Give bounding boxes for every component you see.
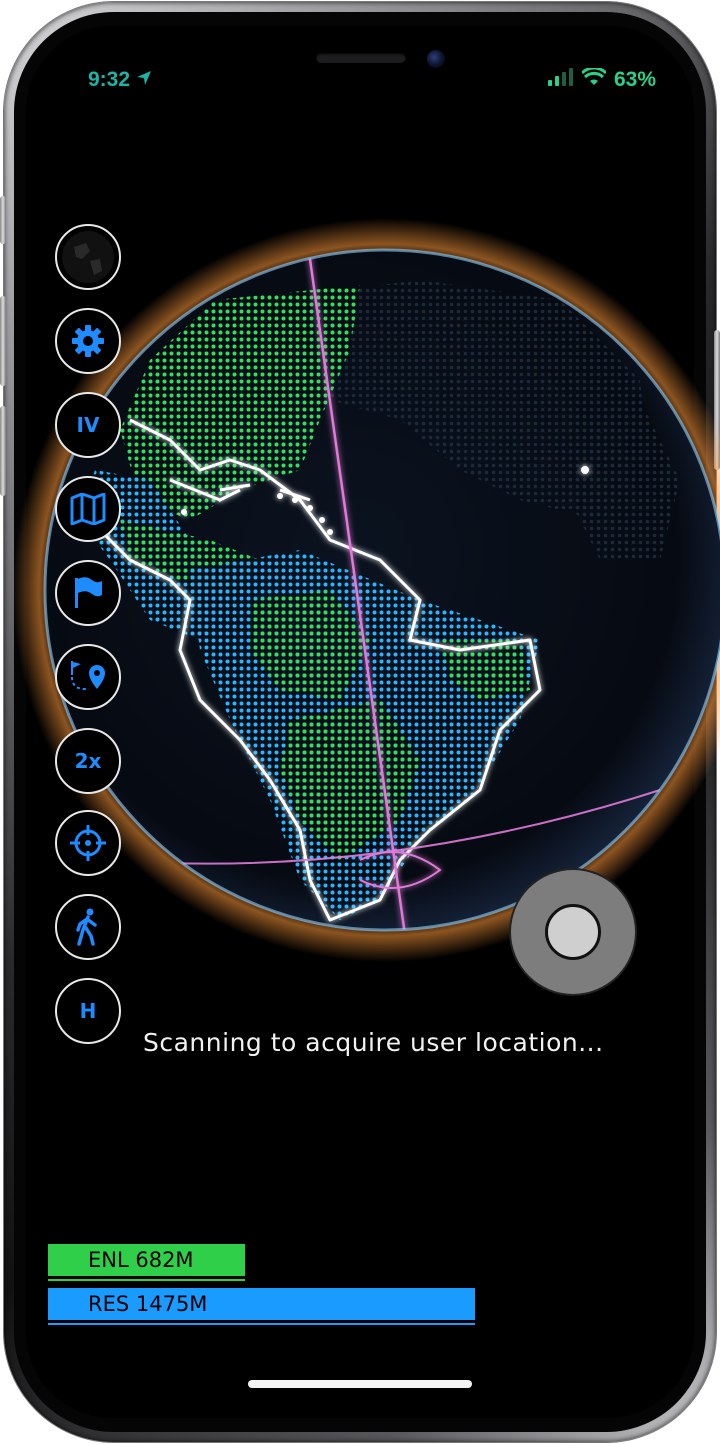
signal-icon [547,68,574,92]
screen [26,26,694,1418]
settings-button[interactable] [55,308,121,374]
enl-score-bar: ENL 682M [48,1244,245,1281]
status-time: 9:32 [88,68,131,91]
volume-down-button [0,406,6,496]
iv-label: IV [76,413,100,437]
power-button [714,330,720,470]
zoom-2x-button[interactable]: 2x [55,728,121,794]
map-button[interactable] [55,476,121,542]
battery-percent: 63% [613,68,656,91]
globe-icon [60,229,116,285]
status-right-group: 63% [547,66,656,92]
gear-icon [70,323,106,359]
location-arrow-icon [136,68,152,92]
joystick-knob[interactable] [545,904,601,960]
home-indicator[interactable] [248,1380,472,1388]
flag-icon [72,576,104,610]
enl-score-label: ENL 682M [88,1248,194,1272]
walking-person-icon [73,908,103,946]
map-icon [70,493,106,525]
scan-status-message: Scanning to acquire user location... [143,1028,604,1057]
front-camera [427,50,445,68]
res-score-label: RES 1475M [88,1292,208,1316]
zoom-2x-label: 2x [74,749,102,773]
home-label: H [79,999,97,1023]
status-time-group: 9:32 [88,68,152,92]
route-button[interactable] [55,644,121,710]
wifi-icon [580,66,608,92]
volume-up-button [0,296,6,386]
home-button[interactable]: H [55,978,121,1044]
joystick[interactable] [511,870,635,994]
route-pin-icon [69,659,107,695]
res-score-bar: RES 1475M [48,1288,475,1325]
mute-switch [0,196,6,244]
target-button[interactable] [55,810,121,876]
globe-view-button[interactable] [55,224,121,290]
iv-button[interactable]: IV [55,392,121,458]
crosshair-icon [69,824,107,862]
walk-button[interactable] [55,894,121,960]
flag-button[interactable] [55,560,121,626]
earpiece-speaker [316,53,406,63]
